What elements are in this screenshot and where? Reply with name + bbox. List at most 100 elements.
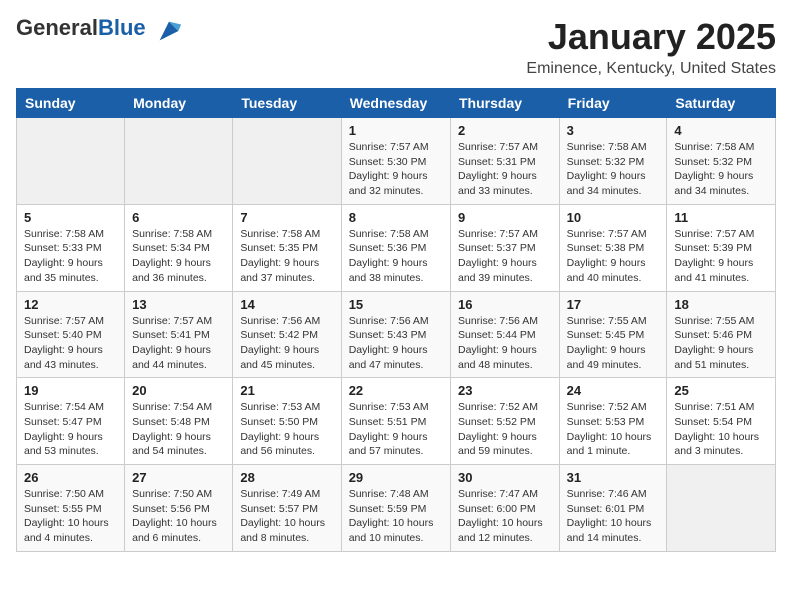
calendar-day-cell: 18 Sunrise: 7:55 AM Sunset: 5:46 PM Dayli… [667, 291, 776, 378]
calendar-week-row: 1 Sunrise: 7:57 AM Sunset: 5:30 PM Daylig… [17, 118, 776, 205]
day-info: Sunrise: 7:49 AM Sunset: 5:57 PM Dayligh… [240, 487, 333, 546]
day-number: 4 [674, 123, 768, 138]
day-number: 11 [674, 210, 768, 225]
title-block: January 2025 Eminence, Kentucky, United … [526, 16, 776, 78]
calendar-day-cell: 9Sunrise: 7:57 AM Sunset: 5:37 PM Daylig… [451, 204, 560, 291]
calendar-day-cell: 7 Sunrise: 7:58 AM Sunset: 5:35 PM Daylig… [233, 204, 341, 291]
day-number: 8 [349, 210, 443, 225]
day-info: Sunrise: 7:48 AM Sunset: 5:59 PM Dayligh… [349, 487, 443, 546]
day-number: 13 [132, 297, 225, 312]
calendar-day-cell [17, 118, 125, 205]
calendar-day-header: Wednesday [341, 89, 450, 118]
day-number: 31 [567, 470, 660, 485]
calendar-day-header: Thursday [451, 89, 560, 118]
day-info: Sunrise: 7:56 AM Sunset: 5:43 PM Dayligh… [349, 314, 443, 373]
day-number: 7 [240, 210, 333, 225]
calendar-day-header: Sunday [17, 89, 125, 118]
calendar-day-cell: 6 Sunrise: 7:58 AM Sunset: 5:34 PM Daylig… [125, 204, 233, 291]
day-number: 30 [458, 470, 552, 485]
day-number: 16 [458, 297, 552, 312]
location-subtitle: Eminence, Kentucky, United States [526, 60, 776, 78]
day-number: 12 [24, 297, 117, 312]
day-info: Sunrise: 7:58 AM Sunset: 5:36 PM Dayligh… [349, 227, 443, 286]
calendar-day-cell: 30 Sunrise: 7:47 AM Sunset: 6:00 PM Dayli… [451, 465, 560, 552]
day-info: Sunrise: 7:51 AM Sunset: 5:54 PM Dayligh… [674, 400, 768, 459]
calendar-day-cell [125, 118, 233, 205]
day-info: Sunrise: 7:46 AM Sunset: 6:01 PM Dayligh… [567, 487, 660, 546]
day-number: 22 [349, 383, 443, 398]
calendar-day-cell: 8 Sunrise: 7:58 AM Sunset: 5:36 PM Daylig… [341, 204, 450, 291]
day-info: Sunrise: 7:58 AM Sunset: 5:34 PM Dayligh… [132, 227, 225, 286]
day-number: 15 [349, 297, 443, 312]
day-info: Sunrise: 7:57 AM Sunset: 5:41 PM Dayligh… [132, 314, 225, 373]
day-info: Sunrise: 7:58 AM Sunset: 5:32 PM Dayligh… [674, 140, 768, 199]
day-info: Sunrise: 7:52 AM Sunset: 5:53 PM Dayligh… [567, 400, 660, 459]
calendar-day-cell: 13 Sunrise: 7:57 AM Sunset: 5:41 PM Dayli… [125, 291, 233, 378]
calendar-day-cell: 27Sunrise: 7:50 AM Sunset: 5:56 PM Dayli… [125, 465, 233, 552]
calendar-day-cell: 5 Sunrise: 7:58 AM Sunset: 5:33 PM Daylig… [17, 204, 125, 291]
day-info: Sunrise: 7:57 AM Sunset: 5:30 PM Dayligh… [349, 140, 443, 199]
calendar-day-cell: 10 Sunrise: 7:57 AM Sunset: 5:38 PM Dayli… [559, 204, 667, 291]
calendar-day-cell: 16 Sunrise: 7:56 AM Sunset: 5:44 PM Dayli… [451, 291, 560, 378]
day-info: Sunrise: 7:50 AM Sunset: 5:55 PM Dayligh… [24, 487, 117, 546]
day-info: Sunrise: 7:56 AM Sunset: 5:44 PM Dayligh… [458, 314, 552, 373]
calendar-day-cell: 24 Sunrise: 7:52 AM Sunset: 5:53 PM Dayli… [559, 378, 667, 465]
calendar-day-cell: 1 Sunrise: 7:57 AM Sunset: 5:30 PM Daylig… [341, 118, 450, 205]
day-info: Sunrise: 7:57 AM Sunset: 5:38 PM Dayligh… [567, 227, 660, 286]
calendar-week-row: 26 Sunrise: 7:50 AM Sunset: 5:55 PM Dayli… [17, 465, 776, 552]
day-number: 23 [458, 383, 552, 398]
day-number: 21 [240, 383, 333, 398]
day-number: 26 [24, 470, 117, 485]
day-number: 27 [132, 470, 225, 485]
calendar-day-cell: 2 Sunrise: 7:57 AM Sunset: 5:31 PM Daylig… [451, 118, 560, 205]
day-info: Sunrise: 7:53 AM Sunset: 5:50 PM Dayligh… [240, 400, 333, 459]
calendar-day-cell: 3 Sunrise: 7:58 AM Sunset: 5:32 PM Daylig… [559, 118, 667, 205]
day-number: 2 [458, 123, 552, 138]
day-info: Sunrise: 7:58 AM Sunset: 5:35 PM Dayligh… [240, 227, 333, 286]
calendar-day-cell: 12 Sunrise: 7:57 AM Sunset: 5:40 PM Dayli… [17, 291, 125, 378]
day-number: 14 [240, 297, 333, 312]
calendar-day-cell: 4 Sunrise: 7:58 AM Sunset: 5:32 PM Daylig… [667, 118, 776, 205]
day-info: Sunrise: 7:54 AM Sunset: 5:48 PM Dayligh… [132, 400, 225, 459]
calendar-day-header: Saturday [667, 89, 776, 118]
day-info: Sunrise: 7:47 AM Sunset: 6:00 PM Dayligh… [458, 487, 552, 546]
day-number: 10 [567, 210, 660, 225]
calendar-week-row: 12 Sunrise: 7:57 AM Sunset: 5:40 PM Dayli… [17, 291, 776, 378]
day-info: Sunrise: 7:57 AM Sunset: 5:31 PM Dayligh… [458, 140, 552, 199]
logo-blue-text: Blue [98, 15, 146, 40]
logo: GeneralBlue [16, 16, 183, 45]
month-title: January 2025 [526, 16, 776, 58]
calendar-day-header: Friday [559, 89, 667, 118]
day-info: Sunrise: 7:56 AM Sunset: 5:42 PM Dayligh… [240, 314, 333, 373]
calendar-week-row: 19Sunrise: 7:54 AM Sunset: 5:47 PM Dayli… [17, 378, 776, 465]
calendar-header-row: SundayMondayTuesdayWednesdayThursdayFrid… [17, 89, 776, 118]
calendar-day-cell: 25Sunrise: 7:51 AM Sunset: 5:54 PM Dayli… [667, 378, 776, 465]
calendar-day-header: Monday [125, 89, 233, 118]
day-number: 18 [674, 297, 768, 312]
day-number: 3 [567, 123, 660, 138]
day-info: Sunrise: 7:53 AM Sunset: 5:51 PM Dayligh… [349, 400, 443, 459]
calendar-day-cell [233, 118, 341, 205]
day-info: Sunrise: 7:57 AM Sunset: 5:40 PM Dayligh… [24, 314, 117, 373]
day-number: 1 [349, 123, 443, 138]
day-info: Sunrise: 7:55 AM Sunset: 5:46 PM Dayligh… [674, 314, 768, 373]
day-number: 5 [24, 210, 117, 225]
logo-general-text: General [16, 15, 98, 40]
day-info: Sunrise: 7:58 AM Sunset: 5:33 PM Dayligh… [24, 227, 117, 286]
page-header: GeneralBlue January 2025 Eminence, Kentu… [16, 16, 776, 78]
day-info: Sunrise: 7:54 AM Sunset: 5:47 PM Dayligh… [24, 400, 117, 459]
calendar-day-cell: 31 Sunrise: 7:46 AM Sunset: 6:01 PM Dayli… [559, 465, 667, 552]
day-number: 6 [132, 210, 225, 225]
calendar-day-cell [667, 465, 776, 552]
calendar-day-cell: 29 Sunrise: 7:48 AM Sunset: 5:59 PM Dayli… [341, 465, 450, 552]
day-number: 29 [349, 470, 443, 485]
calendar-day-cell: 17Sunrise: 7:55 AM Sunset: 5:45 PM Dayli… [559, 291, 667, 378]
day-info: Sunrise: 7:52 AM Sunset: 5:52 PM Dayligh… [458, 400, 552, 459]
day-info: Sunrise: 7:58 AM Sunset: 5:32 PM Dayligh… [567, 140, 660, 199]
calendar-day-cell: 19Sunrise: 7:54 AM Sunset: 5:47 PM Dayli… [17, 378, 125, 465]
calendar-week-row: 5 Sunrise: 7:58 AM Sunset: 5:33 PM Daylig… [17, 204, 776, 291]
day-info: Sunrise: 7:57 AM Sunset: 5:39 PM Dayligh… [674, 227, 768, 286]
day-info: Sunrise: 7:55 AM Sunset: 5:45 PM Dayligh… [567, 314, 660, 373]
day-info: Sunrise: 7:57 AM Sunset: 5:37 PM Dayligh… [458, 227, 552, 286]
day-number: 24 [567, 383, 660, 398]
